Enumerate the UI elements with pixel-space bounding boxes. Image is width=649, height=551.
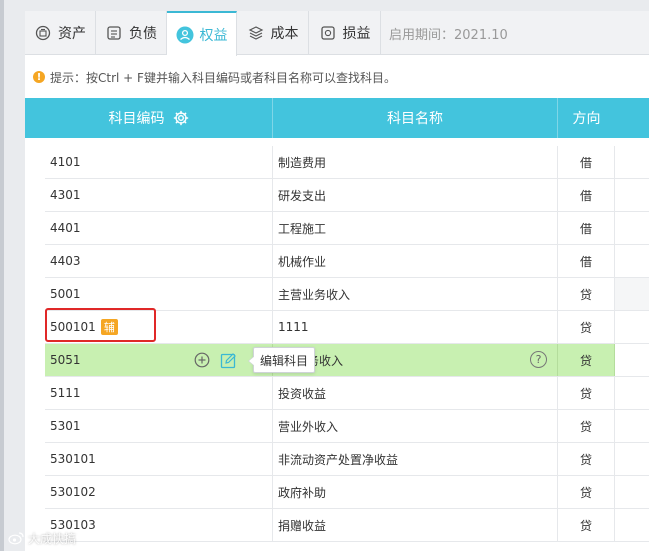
row-tail: [615, 311, 649, 343]
subject-direction: 贷: [558, 311, 615, 343]
tab-cost[interactable]: 成本: [237, 11, 309, 55]
subject-code: 530101: [45, 443, 273, 475]
tab-assets[interactable]: 资产: [25, 11, 96, 55]
auxiliary-badge: 辅: [100, 319, 118, 335]
subject-name: 营业外收入: [273, 410, 558, 442]
cost-layers-icon: [247, 24, 265, 42]
table-row-hovered[interactable]: 5051 务收入 贷 编辑科目 ?: [45, 344, 649, 377]
search-hint: ! 提示：按Ctrl + F键并输入科目编码或者科目名称可以查找科目。: [33, 68, 396, 86]
profit-loss-icon: [319, 24, 337, 42]
row-tail: [615, 476, 649, 508]
tab-label: 损益: [342, 26, 371, 42]
subject-code: 4101: [45, 146, 273, 178]
help-icon[interactable]: ?: [530, 351, 547, 368]
subject-name: 制造费用: [273, 146, 558, 178]
column-header-direction: 方向: [572, 111, 601, 127]
window-left-edge: [0, 0, 4, 551]
row-actions: [193, 350, 245, 370]
subject-table-body: 4101 制造费用 借 4301 研发支出 借 4401 工程施工 借 4403…: [45, 146, 649, 542]
edit-subject-button[interactable]: [219, 351, 237, 369]
subject-code: 4301: [45, 179, 273, 211]
subject-direction: 贷: [558, 344, 615, 376]
table-row[interactable]: 530102 政府补助 贷: [45, 476, 649, 509]
weibo-icon: [8, 531, 24, 545]
table-row[interactable]: 5301 营业外收入 贷: [45, 410, 649, 443]
subject-name: 政府补助: [273, 476, 558, 508]
column-header-code-label: 科目编码: [108, 111, 165, 127]
category-tabbar: 资产 负债 权益 成本 损益 启用期间：2021.10: [25, 11, 649, 56]
warning-icon: !: [33, 71, 45, 83]
table-row[interactable]: 530101 非流动资产处置净收益 贷: [45, 443, 649, 476]
subject-code: 4401: [45, 212, 273, 244]
subject-code: 530103: [45, 509, 273, 541]
subject-name: 捐赠收益: [273, 509, 558, 541]
row-tail: [615, 212, 649, 244]
table-header: 科目编码 科目名称 方向: [25, 98, 649, 138]
subject-name: 工程施工: [273, 212, 558, 244]
row-tail: [615, 377, 649, 409]
subject-name: 研发支出: [273, 179, 558, 211]
table-row[interactable]: 4403 机械作业 借: [45, 245, 649, 278]
table-row[interactable]: 5111 投资收益 贷: [45, 377, 649, 410]
subject-name: 务收入: [273, 344, 558, 376]
top-strip: [25, 0, 649, 11]
row-tail: [615, 410, 649, 442]
subject-code: 4403: [45, 245, 273, 277]
watermark: 大成快搞: [8, 528, 76, 548]
subject-code: 5111: [45, 377, 273, 409]
subject-direction: 贷: [558, 476, 615, 508]
subject-direction: 借: [558, 146, 615, 178]
add-subject-button[interactable]: [193, 351, 211, 369]
watermark-text: 大成快搞: [28, 531, 77, 546]
subject-code: 5301: [45, 410, 273, 442]
subject-direction: 借: [558, 245, 615, 277]
subject-direction: 借: [558, 212, 615, 244]
subject-direction: 贷: [558, 278, 615, 310]
row-tail: [615, 443, 649, 475]
subject-code: 5001: [45, 278, 273, 310]
liability-icon: [105, 24, 123, 42]
table-row[interactable]: 500101 辅 1111 贷: [45, 311, 649, 344]
row-tail: [615, 179, 649, 211]
row-tail: [615, 344, 649, 376]
table-row[interactable]: 4401 工程施工 借: [45, 212, 649, 245]
tab-label: 权益: [199, 27, 228, 44]
hint-text: 提示：按Ctrl + F键并输入科目编码或者科目名称可以查找科目。: [50, 70, 396, 85]
column-header-name: 科目名称: [273, 98, 558, 138]
table-row[interactable]: 530103 捐赠收益 贷: [45, 509, 649, 542]
row-tail: [615, 245, 649, 277]
subject-direction: 贷: [558, 443, 615, 475]
edit-subject-tooltip: 编辑科目: [247, 347, 316, 373]
row-tail: [615, 509, 649, 541]
tab-profit-loss[interactable]: 损益: [309, 11, 381, 55]
gear-icon[interactable]: [173, 110, 189, 126]
subject-code-cell: 500101 辅: [45, 311, 273, 343]
equity-icon: [176, 26, 194, 44]
subject-direction: 贷: [558, 509, 615, 541]
subject-name: 投资收益: [273, 377, 558, 409]
asset-icon: [34, 24, 52, 42]
tab-liabilities[interactable]: 负债: [96, 11, 167, 55]
tab-label: 成本: [270, 26, 299, 42]
subject-settings-panel: 资产 负债 权益 成本 损益 启用期间：2021.10 ! 提示：按Ctrl +…: [25, 0, 649, 551]
subject-code: 530102: [45, 476, 273, 508]
subject-code: 500101: [50, 320, 96, 334]
subject-direction: 借: [558, 179, 615, 211]
tab-label: 负债: [129, 26, 157, 42]
tab-equity[interactable]: 权益: [167, 11, 237, 56]
table-row[interactable]: 4301 研发支出 借: [45, 179, 649, 212]
subject-name: 1111: [273, 311, 558, 343]
subject-name: 非流动资产处置净收益: [273, 443, 558, 475]
subject-name: 主营业务收入: [273, 278, 558, 310]
start-period-label: 启用期间：2021.10: [389, 27, 508, 43]
table-row[interactable]: 5001 主营业务收入 贷: [45, 278, 649, 311]
table-row[interactable]: 4101 制造费用 借: [45, 146, 649, 179]
tab-label: 资产: [58, 26, 86, 42]
row-tail: [615, 278, 649, 310]
subject-direction: 贷: [558, 377, 615, 409]
subject-name: 机械作业: [273, 245, 558, 277]
column-header-code: 科目编码: [25, 98, 273, 138]
subject-direction: 贷: [558, 410, 615, 442]
row-tail: [615, 146, 649, 178]
